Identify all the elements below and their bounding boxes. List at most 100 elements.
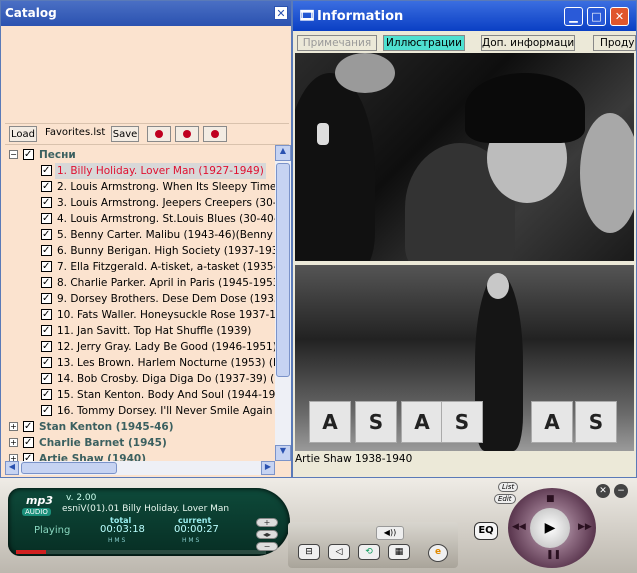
track-checkbox[interactable] <box>41 291 52 307</box>
track-checkbox[interactable] <box>41 387 52 403</box>
tree-item-track[interactable]: 16. Tommy Dorsey. I'll Never Smile Again… <box>5 403 275 419</box>
scroll-down-button[interactable]: ▼ <box>275 445 291 461</box>
play-button[interactable]: ▶ <box>530 508 570 548</box>
scroll-thumb[interactable] <box>276 163 290 377</box>
tab-notes[interactable]: Примечания <box>297 35 377 51</box>
player-close-button[interactable]: ✕ <box>596 484 610 498</box>
photo-face <box>487 273 509 299</box>
minimize-icon: − <box>617 486 625 496</box>
scroll-up-button[interactable]: ▲ <box>275 145 291 161</box>
load-button[interactable]: Load <box>9 126 37 142</box>
volume-up-button[interactable]: + <box>256 518 278 527</box>
rewind-button[interactable]: ◁ <box>328 544 350 560</box>
scroll-right-button[interactable]: ▶ <box>261 461 275 475</box>
tab-extra-info[interactable]: Доп. информация <box>481 35 575 51</box>
tree-item-track[interactable]: 4. Louis Armstrong. St.Louis Blues (30-4… <box>5 211 275 227</box>
collapse-button[interactable] <box>203 126 227 142</box>
tab-products[interactable]: Проду <box>593 35 636 51</box>
track-checkbox[interactable] <box>41 403 52 419</box>
catalog-close-button[interactable]: ✕ <box>274 6 288 20</box>
track-checkbox[interactable] <box>41 227 52 243</box>
scroll-thumb[interactable] <box>21 462 117 474</box>
browser-icon: e <box>434 547 442 557</box>
group-checkbox[interactable] <box>23 451 34 461</box>
expand-icon[interactable]: + <box>9 438 18 447</box>
tree-horizontal-scrollbar[interactable]: ◀ ▶ <box>5 461 275 475</box>
information-title-bar[interactable]: 🎞 Information ▁ □ ✕ <box>293 1 636 31</box>
tree-item-track[interactable]: 7. Ella Fitzgerald. A-tisket, a-tasket (… <box>5 259 275 275</box>
tree-item-track[interactable]: 6. Bunny Berigan. High Society (1937-193… <box>5 243 275 259</box>
skip-forward-icon[interactable]: ▶▶ <box>578 522 592 532</box>
tree-item-track[interactable]: 10. Fats Waller. Honeysuckle Rose 1937-1 <box>5 307 275 323</box>
catalog-title-bar[interactable]: Catalog ✕ <box>1 1 291 26</box>
tree-item-track[interactable]: 3. Louis Armstrong. Jeepers Creepers (30… <box>5 195 275 211</box>
repeat-button[interactable]: ⟲ <box>358 544 380 560</box>
eq-button[interactable]: EQ <box>474 522 498 540</box>
tab-illustrations[interactable]: Иллюстрации <box>383 35 465 51</box>
track-checkbox[interactable] <box>41 307 52 323</box>
mp3-player: mp3 AUDIO v. 2.00 esniV(01).01 Billy Hol… <box>0 478 637 573</box>
group-checkbox[interactable] <box>23 435 34 451</box>
web-button[interactable]: e <box>428 544 448 562</box>
expand-icon[interactable]: + <box>9 422 18 431</box>
expand-icon[interactable]: + <box>9 454 18 461</box>
tree-item-track[interactable]: 8. Charlie Parker. April in Paris (1945-… <box>5 275 275 291</box>
track-checkbox[interactable] <box>41 339 52 355</box>
tree-item-track[interactable]: 2. Louis Armstrong. When Its Sleepy Time… <box>5 179 275 195</box>
player-minimize-button[interactable]: − <box>614 484 628 498</box>
track-checkbox[interactable] <box>41 195 52 211</box>
save-button[interactable]: Save <box>111 126 139 142</box>
playlist-button[interactable]: ▦ <box>388 544 410 560</box>
prev-track-button[interactable]: ⊟ <box>298 544 320 560</box>
track-label: 11. Jan Savitt. Top Hat Shuffle (1939) <box>57 325 252 337</box>
track-checkbox[interactable] <box>41 211 52 227</box>
tree-item-track[interactable]: 14. Bob Crosby. Diga Diga Do (1937-39) (… <box>5 371 275 387</box>
tree-item-track[interactable]: 13. Les Brown. Harlem Nocturne (1953) (E… <box>5 355 275 371</box>
track-label: 12. Jerry Gray. Lady Be Good (1946-1951)… <box>57 341 275 353</box>
maximize-button[interactable]: □ <box>587 7 606 26</box>
track-checkbox[interactable] <box>41 179 52 195</box>
playlist-tree[interactable]: − Песни 1. Billy Holiday. Lover Man (192… <box>5 145 275 461</box>
repeat-icon: ⟲ <box>365 547 373 557</box>
tree-item-track[interactable]: 12. Jerry Gray. Lady Be Good (1946-1951)… <box>5 339 275 355</box>
track-checkbox[interactable] <box>41 275 52 291</box>
track-checkbox[interactable] <box>41 163 52 179</box>
track-checkbox[interactable] <box>41 355 52 371</box>
group-checkbox[interactable] <box>23 419 34 435</box>
collapse-icon[interactable]: − <box>9 150 18 159</box>
tree-item-track[interactable]: 5. Benny Carter. Malibu (1943-46)(Benny … <box>5 227 275 243</box>
move-up-down-button[interactable] <box>175 126 199 142</box>
stop-icon[interactable]: ■ <box>546 494 555 504</box>
tree-group[interactable]: + Stan Kenton (1945-46) <box>5 419 275 435</box>
tree-group-songs[interactable]: − Песни <box>5 147 275 163</box>
scroll-left-button[interactable]: ◀ <box>5 461 19 475</box>
tree-item-track[interactable]: 15. Stan Kenton. Body And Soul (1944-194… <box>5 387 275 403</box>
edit-button[interactable]: Edit <box>494 494 516 504</box>
tree-item-track[interactable]: 11. Jan Savitt. Top Hat Shuffle (1939) <box>5 323 275 339</box>
track-checkbox[interactable] <box>41 259 52 275</box>
tree-vertical-scrollbar[interactable]: ▲ ▼ <box>275 145 291 461</box>
tree-item-track[interactable]: 1. Billy Holiday. Lover Man (1927-1949) <box>5 163 275 179</box>
move-all-button[interactable] <box>147 126 171 142</box>
pause-icon[interactable]: ❚❚ <box>546 550 561 560</box>
volume-down-button[interactable]: − <box>256 542 278 551</box>
track-checkbox[interactable] <box>41 323 52 339</box>
photo-hair <box>465 73 585 143</box>
close-icon: ✕ <box>276 7 286 20</box>
skip-back-icon[interactable]: ◀◀ <box>512 522 526 532</box>
tree-group[interactable]: + Charlie Barnet (1945) <box>5 435 275 451</box>
music-stand: S <box>355 401 397 443</box>
track-checkbox[interactable] <box>41 243 52 259</box>
minimize-icon: ▁ <box>569 10 578 23</box>
track-checkbox[interactable] <box>41 371 52 387</box>
balance-button[interactable]: ◂▸ <box>256 530 278 539</box>
minimize-button[interactable]: ▁ <box>564 7 583 26</box>
info-tabs: Примечания Иллюстрации Доп. информация П… <box>297 35 636 51</box>
tree-group[interactable]: + Artie Shaw (1940) <box>5 451 275 461</box>
close-button[interactable]: ✕ <box>610 7 629 26</box>
progress-track[interactable] <box>16 550 266 554</box>
tree-item-track[interactable]: 9. Dorsey Brothers. Dese Dem Dose (1935)… <box>5 291 275 307</box>
group-checkbox[interactable] <box>23 147 34 163</box>
list-button[interactable]: List <box>498 482 519 492</box>
speaker-icon[interactable]: ◀)) <box>376 526 404 540</box>
